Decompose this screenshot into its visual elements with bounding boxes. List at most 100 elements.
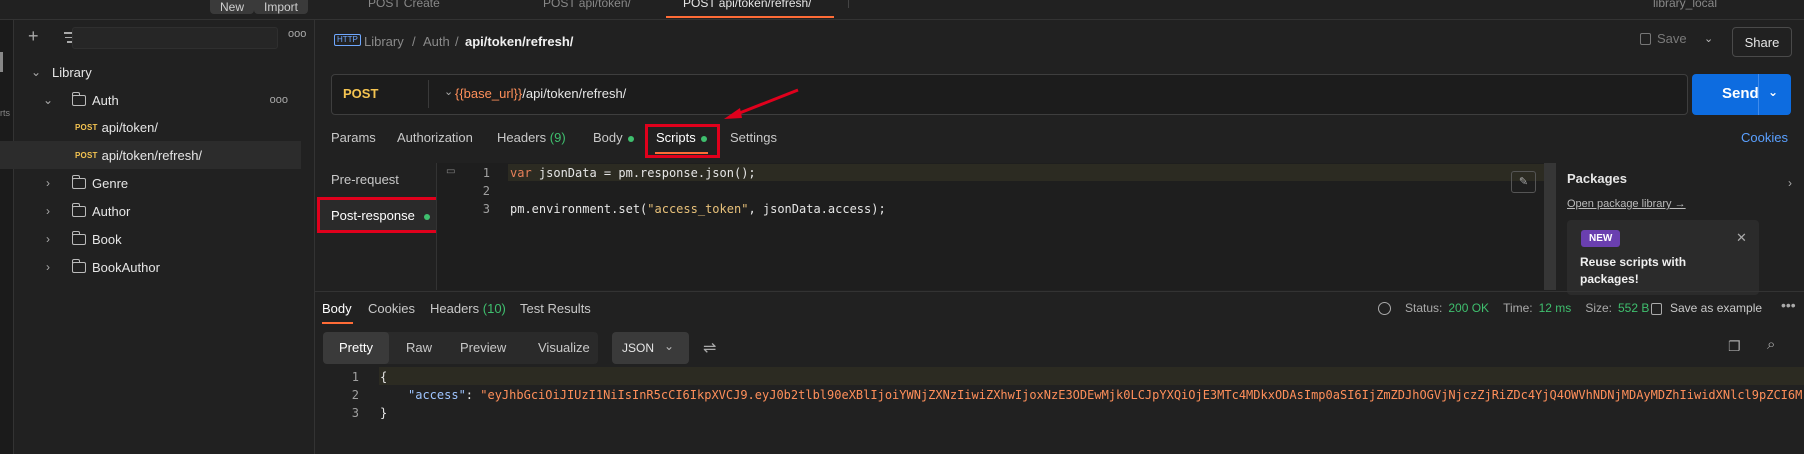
tab-api-token[interactable]: POST api/token/ [535, 0, 631, 20]
line-number: 2 [351, 388, 359, 402]
tab-scripts[interactable]: Scripts [656, 130, 707, 145]
globe-icon[interactable] [1378, 301, 1391, 315]
folder-book[interactable]: › Book [0, 225, 301, 253]
tab-params[interactable]: Params [331, 130, 376, 145]
time-value[interactable]: 12 ms [1539, 301, 1572, 315]
active-tab-indicator [322, 322, 353, 324]
tab-headers[interactable]: Headers (9) [497, 130, 566, 145]
save-button[interactable]: Save [1640, 31, 1687, 46]
status-label: Status: [1405, 301, 1443, 315]
response-status-bar: Status: 200 OK Time: 12 ms Size: 552 B [1378, 301, 1649, 315]
cookies-link[interactable]: Cookies [1741, 130, 1788, 145]
share-button[interactable]: Share [1732, 27, 1792, 57]
line-number: 1 [482, 166, 490, 180]
scrollbar[interactable] [1544, 163, 1556, 290]
chevron-down-icon[interactable]: ⌄ [1704, 32, 1713, 45]
request-label: api/token/refresh/ [101, 147, 203, 163]
annotation-arrow [724, 88, 799, 119]
folder-bookauthor[interactable]: › BookAuthor [0, 253, 301, 281]
line-number: 3 [351, 406, 359, 420]
script-editor[interactable] [436, 163, 1544, 290]
url-variable: {{base_url}} [455, 86, 523, 101]
breadcrumb-library[interactable]: Library [364, 34, 404, 49]
format-label: JSON [622, 341, 655, 355]
chevron-right-icon: › [46, 176, 50, 190]
post-response-tab[interactable]: Post-response [331, 208, 430, 223]
chevron-down-icon[interactable]: ⌄ [444, 85, 453, 98]
response-tab-cookies[interactable]: Cookies [368, 301, 415, 316]
chevron-right-icon: › [46, 204, 50, 218]
plus-icon[interactable]: + [28, 26, 39, 47]
chevron-down-icon: ⌄ [30, 65, 42, 79]
tab-separator [848, 0, 849, 8]
tab-authorization[interactable]: Authorization [397, 130, 473, 145]
comment-icon[interactable]: ▭ [446, 166, 455, 177]
current-line-highlight [379, 367, 1804, 385]
folder-auth[interactable]: ⌄ Auth ooo [0, 86, 301, 114]
more-icon[interactable]: ••• [1781, 297, 1796, 313]
collection-library[interactable]: ⌄ Library [0, 58, 301, 86]
folder-icon [72, 91, 86, 106]
search-input[interactable] [72, 27, 278, 49]
response-tab-body[interactable]: Body [322, 301, 352, 316]
method-badge: POST [75, 150, 98, 160]
folder-label: Auth [92, 92, 119, 108]
http-icon: HTTP [334, 34, 361, 46]
save-icon [1640, 32, 1651, 45]
tab-settings[interactable]: Settings [730, 130, 777, 145]
code-line-3: pm.environment.set("access_token", jsonD… [510, 202, 886, 216]
method-badge: POST [75, 122, 98, 132]
time-label: Time: [1503, 301, 1533, 315]
folder-genre[interactable]: › Genre [0, 169, 301, 197]
tab-body[interactable]: Body [593, 130, 634, 145]
pre-request-tab[interactable]: Pre-request [331, 172, 399, 187]
json-key: "access" [408, 388, 466, 402]
search-icon[interactable]: ⌕ [1767, 336, 1775, 353]
json-value: "eyJhbGciOiJIUzI1NiIsInR5cCI6IkpXVCJ9.ey… [480, 388, 1803, 402]
request-api-token[interactable]: POST api/token/ [0, 113, 301, 141]
import-button[interactable]: Import [254, 0, 309, 14]
tab-scripts-label: Scripts [656, 130, 696, 145]
view-visualize[interactable]: Visualize [538, 340, 590, 355]
save-icon [1651, 302, 1662, 315]
json-colon: : [465, 388, 481, 402]
post-response-label: Post-response [331, 208, 415, 223]
breadcrumb-auth[interactable]: Auth [423, 34, 450, 49]
folder-author[interactable]: › Author [0, 197, 301, 225]
new-button[interactable]: New [210, 0, 255, 14]
response-tab-test-results[interactable]: Test Results [520, 301, 591, 316]
copy-icon[interactable]: ❐ [1728, 338, 1741, 355]
chevron-down-icon: ⌄ [42, 93, 54, 107]
url-input[interactable]: {{base_url}}/api/token/refresh/ [455, 86, 626, 101]
status-value[interactable]: 200 OK [1448, 301, 1489, 315]
size-value[interactable]: 552 B [1618, 301, 1649, 315]
chevron-right-icon[interactable]: › [1788, 176, 1792, 190]
save-label: Save [1657, 31, 1687, 46]
view-pretty[interactable]: Pretty [339, 340, 373, 355]
response-tab-headers-label: Headers [430, 301, 480, 316]
response-tab-headers[interactable]: Headers (10) [430, 301, 506, 316]
tab-create[interactable]: POST Create [360, 0, 440, 20]
status-dot [700, 135, 707, 142]
divider [1758, 74, 1759, 115]
page-title: api/token/refresh/ [465, 34, 574, 49]
save-as-example-button[interactable]: Save as example [1651, 301, 1762, 315]
view-preview[interactable]: Preview [460, 340, 506, 355]
format-select[interactable]: JSON ⌄ [612, 332, 689, 364]
send-label: Send [1722, 85, 1759, 102]
environment-select[interactable]: library_local [1645, 0, 1717, 20]
sidebar-more-icon[interactable]: ooo [288, 28, 306, 40]
send-button[interactable]: Send ⌄ [1692, 74, 1791, 115]
view-raw[interactable]: Raw [406, 340, 432, 355]
folder-more-icon[interactable]: ooo [270, 94, 288, 106]
method-select[interactable]: POST [343, 86, 378, 101]
save-example-label: Save as example [1670, 301, 1763, 315]
code-line-1: var jsonData = pm.response.json(); [510, 166, 756, 180]
beautify-icon[interactable]: ✎ [1511, 171, 1536, 193]
chevron-down-icon[interactable]: ⌄ [1768, 85, 1778, 99]
breadcrumb-separator: / [455, 34, 459, 49]
wrap-lines-icon[interactable]: ⇌ [703, 338, 716, 358]
request-api-token-refresh[interactable]: POST api/token/refresh/ [0, 141, 301, 169]
open-package-library-link[interactable]: Open package library → [1567, 198, 1686, 210]
close-icon[interactable]: ✕ [1736, 230, 1747, 246]
